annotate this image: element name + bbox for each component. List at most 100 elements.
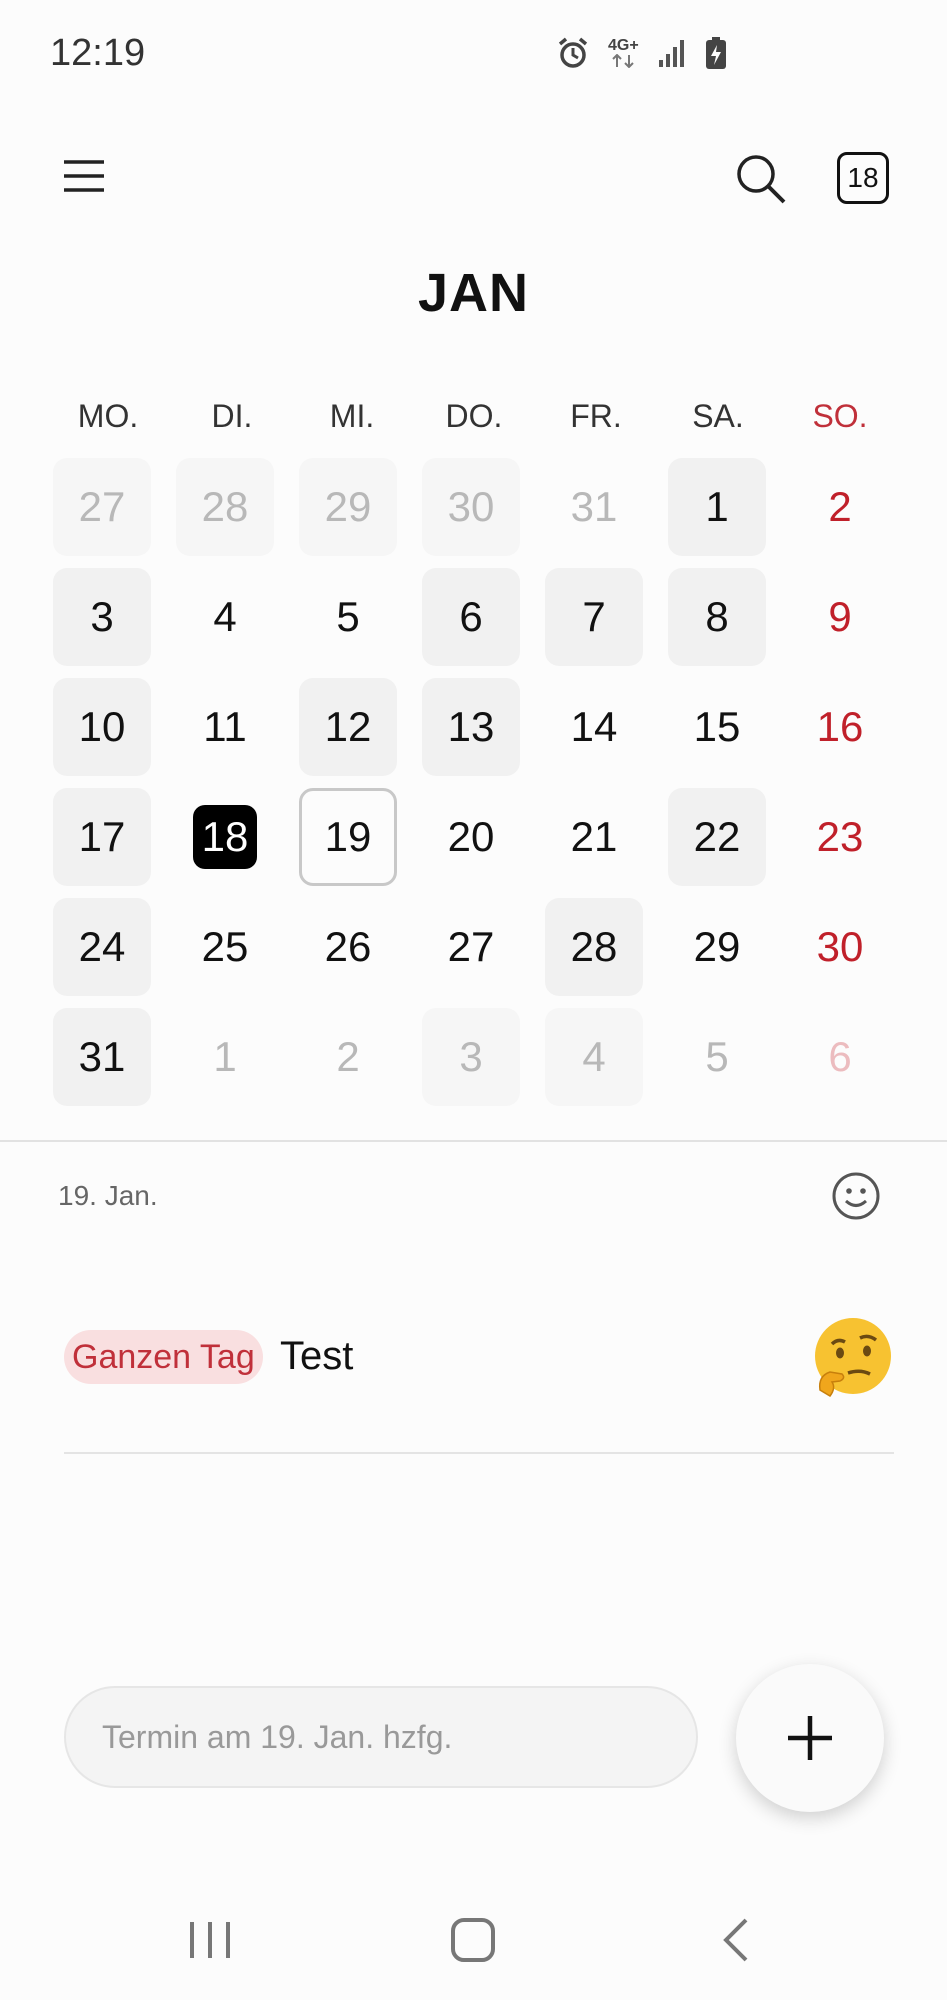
day-cell[interactable]: 31 — [545, 458, 643, 556]
all-day-badge: Ganzen Tag — [64, 1330, 263, 1384]
day-cell[interactable]: 10 — [53, 678, 151, 776]
day-label: 28 — [201, 483, 249, 530]
day-cell[interactable]: 5 — [299, 568, 397, 666]
day-label: 12 — [324, 703, 372, 750]
home-button[interactable] — [443, 1910, 503, 1970]
day-cell[interactable]: 30 — [791, 898, 889, 996]
day-cell[interactable]: 17 — [53, 788, 151, 886]
battery-charging-icon — [705, 37, 726, 69]
calendar-divider — [0, 1140, 947, 1142]
day-cell[interactable]: 28 — [545, 898, 643, 996]
day-cell[interactable]: 22 — [668, 788, 766, 886]
day-label: 4 — [582, 1033, 606, 1080]
today-day-label: 18 — [193, 805, 257, 869]
back-button[interactable] — [708, 1910, 768, 1970]
day-cell[interactable]: 26 — [299, 898, 397, 996]
today-button[interactable]: 18 — [837, 152, 889, 204]
day-cell[interactable]: 27 — [422, 898, 520, 996]
day-cell[interactable]: 4 — [545, 1008, 643, 1106]
day-label: 3 — [90, 593, 114, 640]
smiley-icon — [832, 1172, 880, 1220]
day-label: 27 — [447, 923, 495, 970]
day-cell[interactable]: 16 — [791, 678, 889, 776]
day-cell[interactable]: 20 — [422, 788, 520, 886]
day-cell[interactable]: 31 — [53, 1008, 151, 1106]
day-cell[interactable]: 2 — [791, 458, 889, 556]
day-cell[interactable]: 5 — [668, 1008, 766, 1106]
day-cell[interactable]: 6 — [791, 1008, 889, 1106]
search-icon — [737, 155, 786, 204]
day-cell[interactable]: 13 — [422, 678, 520, 776]
day-cell[interactable]: 3 — [422, 1008, 520, 1106]
day-cell[interactable]: 24 — [53, 898, 151, 996]
day-cell[interactable]: 4 — [176, 568, 274, 666]
day-cell[interactable]: 2 — [299, 1008, 397, 1106]
day-label: 31 — [78, 1033, 126, 1080]
weekday-di: DI. — [211, 398, 253, 434]
recent-apps-button[interactable] — [180, 1910, 240, 1970]
event-divider — [64, 1452, 894, 1454]
event-title: Test — [280, 1334, 354, 1378]
day-cell[interactable]: 18 — [176, 788, 274, 886]
day-cell[interactable]: 1 — [668, 458, 766, 556]
day-label: 7 — [582, 593, 606, 640]
day-label: 22 — [693, 813, 741, 860]
day-cell[interactable]: 3 — [53, 568, 151, 666]
day-label: 9 — [828, 593, 852, 640]
weekday-mi: MI. — [329, 398, 375, 434]
day-cell[interactable]: 19 — [299, 788, 397, 886]
day-label: 5 — [705, 1033, 729, 1080]
day-label: 11 — [203, 703, 247, 750]
day-label: 21 — [570, 813, 618, 860]
day-cell[interactable]: 14 — [545, 678, 643, 776]
day-cell[interactable]: 8 — [668, 568, 766, 666]
month-title: JAN — [417, 263, 530, 323]
day-cell[interactable]: 12 — [299, 678, 397, 776]
day-cell[interactable]: 30 — [422, 458, 520, 556]
day-label: 1 — [213, 1033, 237, 1080]
weekday-fr: FR. — [570, 398, 622, 434]
search-button[interactable] — [732, 150, 788, 206]
hamburger-menu-icon — [64, 160, 104, 192]
day-cell[interactable]: 28 — [176, 458, 274, 556]
day-label: 28 — [570, 923, 618, 970]
day-label: 30 — [447, 483, 495, 530]
sticker-button[interactable] — [830, 1170, 882, 1222]
day-cell[interactable]: 11 — [176, 678, 274, 776]
day-label: 15 — [693, 703, 741, 750]
quick-add-input[interactable]: Termin am 19. Jan. hzfg. — [64, 1686, 698, 1788]
day-label: 2 — [336, 1033, 360, 1080]
day-cell[interactable]: 29 — [299, 458, 397, 556]
day-cell[interactable]: 9 — [791, 568, 889, 666]
day-label: 4 — [213, 593, 237, 640]
day-label: 13 — [447, 703, 495, 750]
day-label: 16 — [816, 703, 864, 750]
recent-apps-icon — [190, 1922, 230, 1958]
selected-date-label: 19. Jan. — [58, 1180, 158, 1211]
day-label: 1 — [705, 483, 729, 530]
day-label: 5 — [336, 593, 360, 640]
status-time: 12:19 — [50, 32, 146, 74]
day-cell[interactable]: 29 — [668, 898, 766, 996]
day-label: 27 — [78, 483, 126, 530]
day-cell[interactable]: 15 — [668, 678, 766, 776]
day-cell[interactable]: 7 — [545, 568, 643, 666]
day-cell[interactable]: 1 — [176, 1008, 274, 1106]
day-label: 20 — [447, 813, 495, 860]
day-cell[interactable]: 6 — [422, 568, 520, 666]
day-label: 30 — [816, 923, 864, 970]
signal-icon — [658, 40, 684, 67]
day-cell[interactable]: 23 — [791, 788, 889, 886]
day-cell[interactable]: 27 — [53, 458, 151, 556]
day-cell[interactable]: 25 — [176, 898, 274, 996]
day-label: 2 — [828, 483, 852, 530]
day-label: 29 — [693, 923, 741, 970]
thinking-face-emoji-icon — [815, 1318, 891, 1397]
menu-button[interactable] — [60, 152, 108, 200]
add-event-button[interactable] — [736, 1664, 884, 1812]
weekday-so: SO. — [812, 398, 868, 434]
day-label: 10 — [78, 703, 126, 750]
network-label: 4G+ — [608, 37, 639, 54]
day-cell[interactable]: 21 — [545, 788, 643, 886]
day-label: 24 — [78, 923, 126, 970]
